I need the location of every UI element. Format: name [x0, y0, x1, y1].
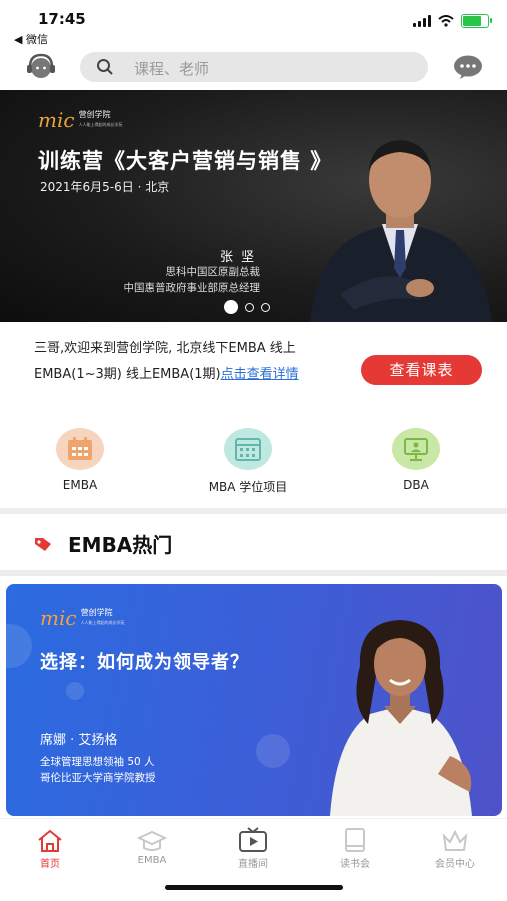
tab-emba[interactable]: EMBA: [117, 827, 187, 866]
banner-date: 2021年6月5-6日 · 北京: [40, 180, 170, 194]
section-divider: [0, 508, 507, 514]
category-label: DBA: [403, 478, 429, 492]
message-icon[interactable]: [453, 55, 483, 79]
banner-speaker-role-2: 中国惠普政府事业部原总经理: [123, 282, 261, 294]
tab-live[interactable]: 直播间: [218, 827, 288, 870]
decor-bubble: [66, 682, 84, 700]
presentation-icon: [392, 428, 440, 470]
tag-icon: [35, 538, 51, 551]
status-time: 17:45: [38, 10, 86, 28]
customer-service-icon[interactable]: [24, 50, 58, 84]
banner-speaker-name: 张 坚: [220, 250, 257, 265]
wifi-icon: [438, 15, 454, 27]
speaker-photo: [310, 140, 492, 322]
home-icon: [38, 829, 62, 852]
tab-home[interactable]: 首页: [15, 827, 85, 870]
section-divider: [0, 570, 507, 576]
calendar-icon: [56, 428, 104, 470]
course-teacher: 席娜 · 艾扬格: [40, 733, 118, 748]
course-title: 选择：如何成为领导者？: [40, 652, 249, 673]
category-mba[interactable]: MBA 学位项目: [188, 428, 308, 495]
course-teacher-desc-2: 哥伦比亚大学商学院教授: [40, 772, 156, 784]
crown-icon: [442, 829, 468, 851]
book-icon: [345, 828, 365, 852]
battery-icon: [461, 14, 492, 28]
tab-member-center[interactable]: 会员中心: [420, 827, 490, 870]
teacher-photo: [330, 620, 472, 816]
signal-icon: [413, 15, 431, 27]
category-emba[interactable]: EMBA: [20, 428, 140, 492]
status-icons: [413, 14, 492, 28]
course-teacher-desc-1: 全球管理思想领袖 50 人: [40, 756, 155, 768]
tab-book-club[interactable]: 读书会: [320, 827, 390, 870]
view-details-link[interactable]: 点击查看详情: [221, 367, 299, 382]
category-label: EMBA: [62, 478, 98, 492]
tab-label: EMBA: [137, 855, 167, 866]
carousel-dot-3[interactable]: [261, 302, 270, 312]
tab-label: 直播间: [238, 859, 268, 870]
banner-title: 训练营《大客户营销与销售 》: [38, 149, 333, 173]
back-to-app-link[interactable]: ◀ 微信: [14, 31, 48, 47]
home-indicator: [165, 885, 343, 890]
welcome-notice: 三哥,欢迎来到营创学院, 北京线下EMBA 线上EMBA(1~3期) 线上EMB…: [34, 336, 340, 388]
graduation-cap-icon: [137, 830, 167, 851]
search-icon: [97, 59, 113, 75]
search-input[interactable]: 课程、老师: [80, 52, 428, 82]
view-schedule-button[interactable]: 查看课表: [361, 355, 482, 385]
search-placeholder: 课程、老师: [134, 60, 210, 78]
carousel-dot-1[interactable]: [224, 300, 238, 314]
decor-bubble: [6, 624, 32, 668]
tab-label: 首页: [40, 859, 60, 870]
banner-logo: mic 营创学院 人人能上得起的成长学苑: [38, 108, 123, 132]
tab-label: 会员中心: [435, 859, 475, 870]
tab-label: 读书会: [340, 859, 370, 870]
carousel-dots[interactable]: [224, 300, 270, 314]
category-dba[interactable]: DBA: [356, 428, 476, 492]
carousel-dot-2[interactable]: [245, 302, 254, 312]
course-card[interactable]: mic 营创学院 人人能上得起的成长学苑 选择：如何成为领导者？ 席娜 · 艾扬格…: [6, 584, 502, 816]
banner-carousel[interactable]: mic 营创学院 人人能上得起的成长学苑 训练营《大客户营销与销售 》 2021年…: [0, 90, 507, 322]
section-title: EMBA热门: [68, 533, 173, 557]
grid-calendar-icon: [224, 428, 272, 470]
course-logo: mic 营创学院 人人能上得起的成长学苑: [40, 606, 125, 630]
decor-bubble: [256, 734, 290, 768]
tv-icon: [239, 827, 267, 852]
banner-speaker-role-1: 思科中国区原副总裁: [165, 266, 261, 278]
category-label: MBA 学位项目: [208, 480, 288, 494]
